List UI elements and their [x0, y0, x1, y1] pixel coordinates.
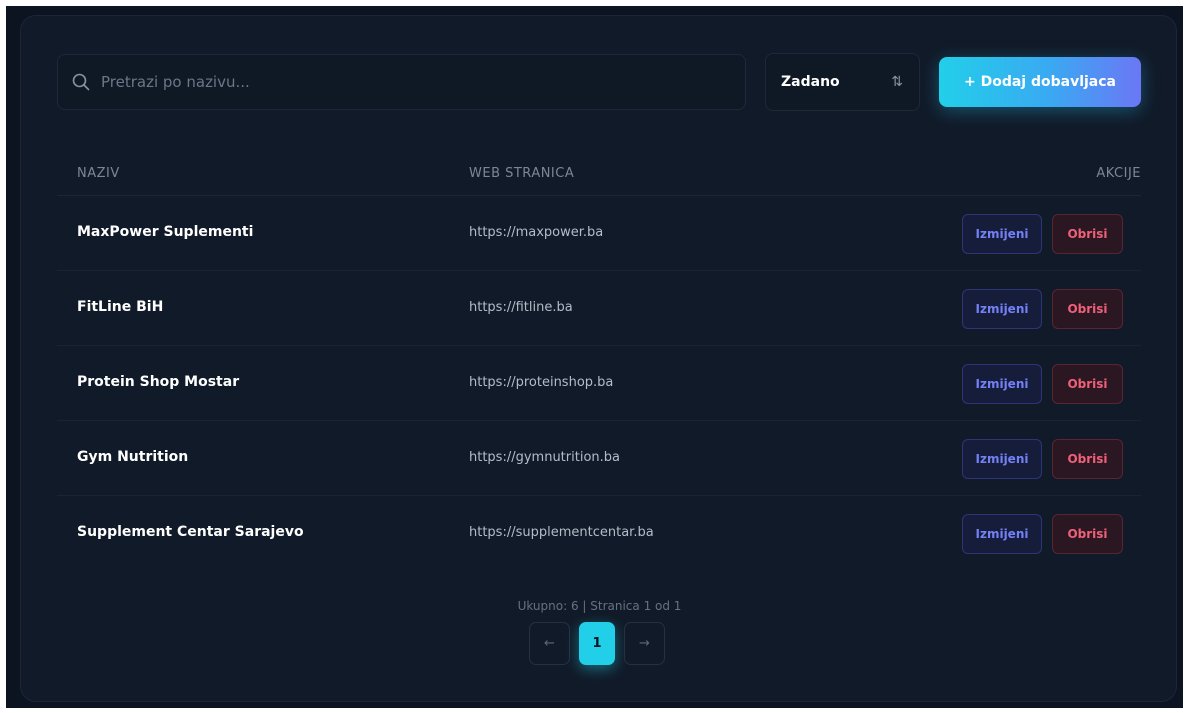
- prev-page-button[interactable]: ←: [529, 622, 570, 665]
- supplier-website: https://proteinshop.ba: [469, 375, 614, 390]
- search-icon: [72, 73, 90, 91]
- table-row: Gym Nutrition https://gymnutrition.ba Iz…: [57, 421, 1141, 496]
- edit-button[interactable]: Izmijeni: [962, 364, 1042, 404]
- sort-label: Zadano: [781, 74, 840, 90]
- pagination-summary: Ukupno: 6 | Stranica 1 od 1: [517, 599, 682, 613]
- add-supplier-button[interactable]: + Dodaj dobavljaca: [939, 57, 1141, 107]
- delete-button[interactable]: Obrisi: [1052, 289, 1123, 329]
- table-row: FitLine BiH https://fitline.ba Izmijeni …: [57, 271, 1141, 346]
- sort-arrows-icon: ⇅: [891, 74, 903, 90]
- supplier-name: Gym Nutrition: [77, 449, 189, 465]
- delete-button[interactable]: Obrisi: [1052, 364, 1123, 404]
- suppliers-card: Zadano ⇅ + Dodaj dobavljaca NAZIV WEB ST…: [20, 15, 1177, 702]
- delete-button[interactable]: Obrisi: [1052, 214, 1123, 254]
- search-input[interactable]: [101, 73, 701, 91]
- edit-button[interactable]: Izmijeni: [962, 439, 1042, 479]
- sort-select[interactable]: Zadano ⇅: [765, 53, 920, 111]
- supplier-website: https://maxpower.ba: [469, 225, 604, 240]
- page-button-current[interactable]: 1: [579, 622, 615, 665]
- table-row: Supplement Centar Sarajevo https://suppl…: [57, 496, 1141, 571]
- supplier-website: https://fitline.ba: [469, 300, 573, 315]
- supplier-name: Supplement Centar Sarajevo: [77, 524, 304, 540]
- column-header-actions: AKCIJE: [1096, 166, 1141, 181]
- table-row: MaxPower Suplementi https://maxpower.ba …: [57, 196, 1141, 271]
- column-header-name[interactable]: NAZIV: [77, 166, 120, 181]
- app-background: Zadano ⇅ + Dodaj dobavljaca NAZIV WEB ST…: [6, 6, 1183, 708]
- pagination: ← 1 →: [529, 622, 665, 665]
- search-bar[interactable]: [57, 54, 746, 110]
- next-page-button[interactable]: →: [624, 622, 665, 665]
- supplier-name: MaxPower Suplementi: [77, 224, 254, 240]
- column-header-web[interactable]: WEB STRANICA: [469, 166, 574, 181]
- edit-button[interactable]: Izmijeni: [962, 214, 1042, 254]
- supplier-name: FitLine BiH: [77, 299, 164, 315]
- table-header: NAZIV WEB STRANICA AKCIJE: [57, 150, 1141, 196]
- supplier-website: https://supplementcentar.ba: [469, 525, 654, 540]
- edit-button[interactable]: Izmijeni: [962, 514, 1042, 554]
- supplier-name: Protein Shop Mostar: [77, 374, 240, 390]
- table-row: Protein Shop Mostar https://proteinshop.…: [57, 346, 1141, 421]
- supplier-website: https://gymnutrition.ba: [469, 450, 620, 465]
- delete-button[interactable]: Obrisi: [1052, 514, 1123, 554]
- delete-button[interactable]: Obrisi: [1052, 439, 1123, 479]
- edit-button[interactable]: Izmijeni: [962, 289, 1042, 329]
